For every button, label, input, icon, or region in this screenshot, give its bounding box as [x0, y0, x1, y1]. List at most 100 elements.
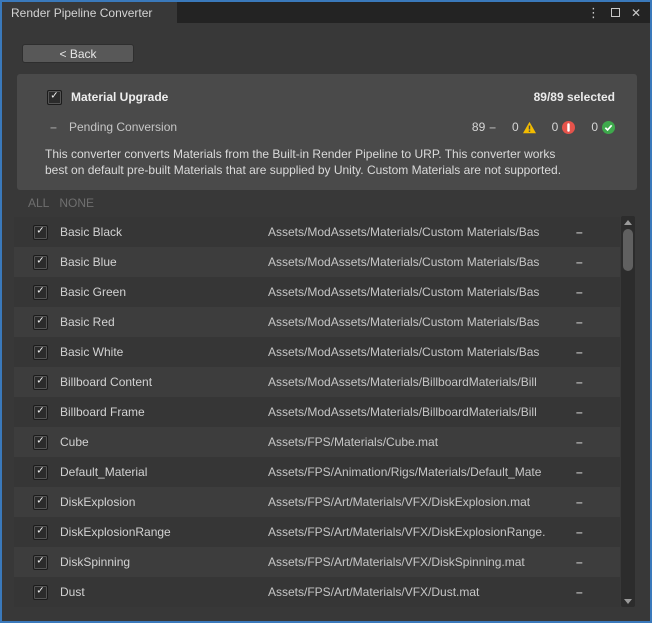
material-path: Assets/ModAssets/Materials/BillboardMate… — [268, 405, 572, 419]
row-checkbox[interactable]: ✓ — [33, 285, 48, 300]
row-checkbox[interactable]: ✓ — [33, 315, 48, 330]
description-line-2: best on default pre-built Materials that… — [45, 162, 615, 178]
check-icon: ✓ — [36, 467, 44, 477]
description-line-1: This converter converts Materials from t… — [45, 146, 615, 162]
row-checkbox[interactable]: ✓ — [33, 375, 48, 390]
material-upgrade-checkbox[interactable]: ✓ — [47, 90, 62, 105]
table-row[interactable]: ✓ Basic Blue Assets/ModAssets/Materials/… — [14, 247, 620, 277]
row-checkbox[interactable]: ✓ — [33, 435, 48, 450]
material-name: DiskExplosionRange — [60, 525, 268, 539]
row-checkbox[interactable]: ✓ — [33, 555, 48, 570]
row-status-dash: – — [572, 555, 620, 569]
row-checkbox[interactable]: ✓ — [33, 525, 48, 540]
row-checkbox[interactable]: ✓ — [33, 585, 48, 600]
material-name: Default_Material — [60, 465, 268, 479]
material-path: Assets/ModAssets/Materials/Custom Materi… — [268, 315, 572, 329]
check-icon: ✓ — [36, 437, 44, 447]
material-path: Assets/FPS/Art/Materials/VFX/Dust.mat — [268, 585, 572, 599]
converter-title: Material Upgrade — [71, 90, 168, 104]
error-count: 0 — [552, 120, 559, 134]
material-name: Billboard Content — [60, 375, 268, 389]
row-checkbox[interactable]: ✓ — [33, 465, 48, 480]
maximize-icon[interactable] — [611, 8, 620, 17]
row-status-dash: – — [572, 225, 620, 239]
success-icon — [602, 121, 615, 134]
table-row[interactable]: ✓ Billboard Content Assets/ModAssets/Mat… — [14, 367, 620, 397]
selected-summary: 89/89 selected — [534, 90, 615, 104]
material-name: Basic White — [60, 345, 268, 359]
material-path: Assets/FPS/Art/Materials/VFX/DiskSpinnin… — [268, 555, 572, 569]
row-status-dash: – — [572, 435, 620, 449]
check-icon: ✓ — [36, 377, 44, 387]
check-icon: ✓ — [36, 557, 44, 567]
scroll-up-icon — [624, 220, 632, 225]
row-status-dash: – — [572, 405, 620, 419]
material-name: Billboard Frame — [60, 405, 268, 419]
row-status-dash: – — [572, 465, 620, 479]
success-count: 0 — [591, 120, 598, 134]
table-row[interactable]: ✓ DiskExplosionRange Assets/FPS/Art/Mate… — [14, 517, 620, 547]
converter-description: This converter converts Materials from t… — [45, 146, 615, 178]
select-none-button[interactable]: NONE — [59, 196, 94, 210]
material-upgrade-panel: ✓ Material Upgrade 89/89 selected – Pend… — [17, 74, 637, 190]
material-path: Assets/FPS/Art/Materials/VFX/DiskExplosi… — [268, 525, 572, 539]
row-status-dash: – — [572, 285, 620, 299]
table-row[interactable]: ✓ DiskExplosion Assets/FPS/Art/Materials… — [14, 487, 620, 517]
warning-count: 0 — [512, 120, 519, 134]
render-pipeline-converter-window: Render Pipeline Converter ⋮ ✕ < Back ✓ M… — [0, 0, 652, 623]
material-name: Basic Black — [60, 225, 268, 239]
titlebar: Render Pipeline Converter ⋮ ✕ — [2, 2, 650, 23]
row-checkbox[interactable]: ✓ — [33, 405, 48, 420]
material-name: Dust — [60, 585, 268, 599]
close-icon[interactable]: ✕ — [631, 7, 641, 19]
pending-count: 89 — [472, 120, 485, 134]
check-icon: ✓ — [36, 347, 44, 357]
row-checkbox[interactable]: ✓ — [33, 255, 48, 270]
row-checkbox[interactable]: ✓ — [33, 345, 48, 360]
material-name: Basic Red — [60, 315, 268, 329]
row-checkbox[interactable]: ✓ — [33, 495, 48, 510]
material-path: Assets/ModAssets/Materials/Custom Materi… — [268, 345, 572, 359]
row-status-dash: – — [572, 525, 620, 539]
row-checkbox[interactable]: ✓ — [33, 225, 48, 240]
tab-render-pipeline-converter[interactable]: Render Pipeline Converter — [2, 2, 177, 23]
material-name: Cube — [60, 435, 268, 449]
error-icon — [562, 121, 575, 134]
material-path: Assets/ModAssets/Materials/Custom Materi… — [268, 255, 572, 269]
table-row[interactable]: ✓ Basic Green Assets/ModAssets/Materials… — [14, 277, 620, 307]
select-all-button[interactable]: ALL — [28, 196, 49, 210]
table-row[interactable]: ✓ Cube Assets/FPS/Materials/Cube.mat – — [14, 427, 620, 457]
check-icon: ✓ — [36, 407, 44, 417]
material-path: Assets/FPS/Animation/Rigs/Materials/Defa… — [268, 465, 572, 479]
table-row[interactable]: ✓ Basic White Assets/ModAssets/Materials… — [14, 337, 620, 367]
window-menu-icon[interactable]: ⋮ — [587, 6, 600, 19]
materials-list: ✓ Basic Black Assets/ModAssets/Materials… — [14, 217, 620, 607]
pending-conversion-label: Pending Conversion — [69, 120, 177, 134]
back-button[interactable]: < Back — [22, 44, 134, 63]
check-icon: ✓ — [36, 227, 44, 237]
pending-dash-icon: – — [489, 120, 496, 134]
row-status-dash: – — [572, 585, 620, 599]
material-name: Basic Blue — [60, 255, 268, 269]
scroll-down-icon — [624, 599, 632, 604]
row-status-dash: – — [572, 255, 620, 269]
table-row[interactable]: ✓ Billboard Frame Assets/ModAssets/Mater… — [14, 397, 620, 427]
list-scrollbar[interactable] — [621, 216, 635, 607]
table-row[interactable]: ✓ Dust Assets/FPS/Art/Materials/VFX/Dust… — [14, 577, 620, 607]
scroll-down-button[interactable] — [621, 595, 635, 607]
check-icon: ✓ — [36, 587, 44, 597]
check-icon: ✓ — [50, 92, 58, 102]
table-row[interactable]: ✓ Default_Material Assets/FPS/Animation/… — [14, 457, 620, 487]
table-row[interactable]: ✓ DiskSpinning Assets/FPS/Art/Materials/… — [14, 547, 620, 577]
scrollbar-thumb[interactable] — [623, 229, 633, 271]
row-status-dash: – — [572, 495, 620, 509]
pending-minus-icon: – — [47, 120, 60, 134]
row-status-dash: – — [572, 375, 620, 389]
check-icon: ✓ — [36, 317, 44, 327]
warning-icon — [523, 121, 536, 134]
table-row[interactable]: ✓ Basic Red Assets/ModAssets/Materials/C… — [14, 307, 620, 337]
scroll-up-button[interactable] — [621, 216, 635, 228]
table-row[interactable]: ✓ Basic Black Assets/ModAssets/Materials… — [14, 217, 620, 247]
material-name: Basic Green — [60, 285, 268, 299]
material-path: Assets/FPS/Materials/Cube.mat — [268, 435, 572, 449]
